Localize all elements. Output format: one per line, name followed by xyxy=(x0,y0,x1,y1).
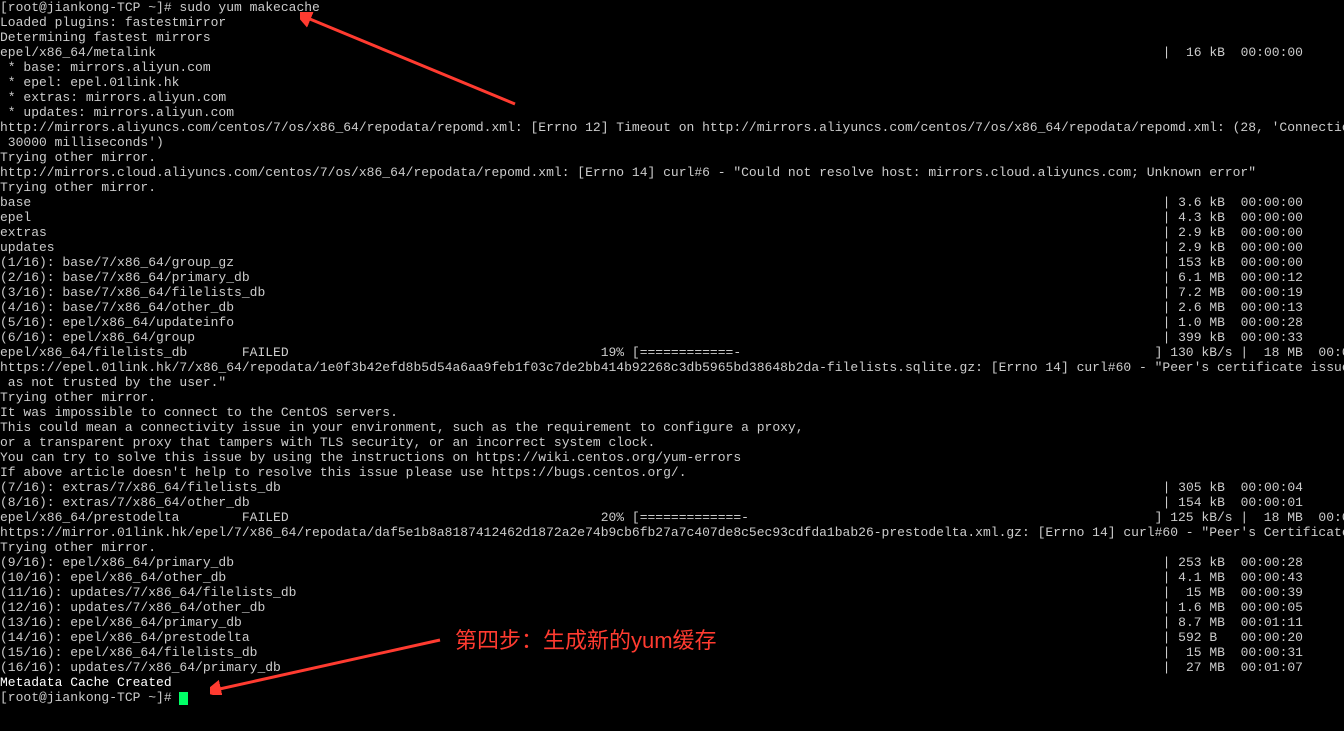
terminal-line: (1/16): base/7/x86_64/group_gz| 153 kB 0… xyxy=(0,255,1344,270)
terminal-line: base| 3.6 kB 00:00:00 xyxy=(0,195,1344,210)
terminal-line: epel| 4.3 kB 00:00:00 xyxy=(0,210,1344,225)
terminal-line: 30000 milliseconds') xyxy=(0,135,1344,150)
terminal-line: Trying other mirror. xyxy=(0,150,1344,165)
terminal-line: (15/16): epel/x86_64/filelists_db| 15 MB… xyxy=(0,645,1344,660)
terminal-line: extras| 2.9 kB 00:00:00 xyxy=(0,225,1344,240)
terminal-line: This could mean a connectivity issue in … xyxy=(0,420,1344,435)
terminal-line: http://mirrors.aliyuncs.com/centos/7/os/… xyxy=(0,120,1344,135)
terminal-line: as not trusted by the user." xyxy=(0,375,1344,390)
terminal-line: updates| 2.9 kB 00:00:00 xyxy=(0,240,1344,255)
terminal-line: You can try to solve this issue by using… xyxy=(0,450,1344,465)
terminal-prompt-line[interactable]: [root@jiankong-TCP ~]# xyxy=(0,690,1344,705)
terminal-line: * extras: mirrors.aliyun.com xyxy=(0,90,1344,105)
terminal-line: https://epel.01link.hk/7/x86_64/repodata… xyxy=(0,360,1344,375)
terminal-line: epel/x86_64/filelists_db FAILED 19% [===… xyxy=(0,345,1344,360)
terminal-line: http://mirrors.cloud.aliyuncs.com/centos… xyxy=(0,165,1344,180)
terminal-line: Loaded plugins: fastestmirror xyxy=(0,15,1344,30)
terminal-line: [root@jiankong-TCP ~]# sudo yum makecach… xyxy=(0,0,1344,15)
terminal-line: (4/16): base/7/x86_64/other_db| 2.6 MB 0… xyxy=(0,300,1344,315)
terminal-line: (9/16): epel/x86_64/primary_db| 253 kB 0… xyxy=(0,555,1344,570)
terminal-line: (11/16): updates/7/x86_64/filelists_db| … xyxy=(0,585,1344,600)
terminal-line: (16/16): updates/7/x86_64/primary_db| 27… xyxy=(0,660,1344,675)
terminal-line: (6/16): epel/x86_64/group| 399 kB 00:00:… xyxy=(0,330,1344,345)
terminal-line: Trying other mirror. xyxy=(0,540,1344,555)
terminal-output[interactable]: [root@jiankong-TCP ~]# sudo yum makecach… xyxy=(0,0,1344,705)
terminal-line: It was impossible to connect to the Cent… xyxy=(0,405,1344,420)
terminal-line: (5/16): epel/x86_64/updateinfo| 1.0 MB 0… xyxy=(0,315,1344,330)
terminal-line: epel/x86_64/metalink| 16 kB 00:00:00 xyxy=(0,45,1344,60)
terminal-line: * epel: epel.01link.hk xyxy=(0,75,1344,90)
terminal-line: https://mirror.01link.hk/epel/7/x86_64/r… xyxy=(0,525,1344,540)
terminal-line: If above article doesn't help to resolve… xyxy=(0,465,1344,480)
shell-prompt: [root@jiankong-TCP ~]# xyxy=(0,690,179,705)
terminal-line: (2/16): base/7/x86_64/primary_db| 6.1 MB… xyxy=(0,270,1344,285)
terminal-line: Trying other mirror. xyxy=(0,390,1344,405)
terminal-line: (12/16): updates/7/x86_64/other_db| 1.6 … xyxy=(0,600,1344,615)
terminal-line: Metadata Cache Created xyxy=(0,675,1344,690)
terminal-line: (10/16): epel/x86_64/other_db| 4.1 MB 00… xyxy=(0,570,1344,585)
terminal-line: (3/16): base/7/x86_64/filelists_db| 7.2 … xyxy=(0,285,1344,300)
terminal-line: * updates: mirrors.aliyun.com xyxy=(0,105,1344,120)
terminal-line: * base: mirrors.aliyun.com xyxy=(0,60,1344,75)
terminal-line: (7/16): extras/7/x86_64/filelists_db| 30… xyxy=(0,480,1344,495)
terminal-line: Determining fastest mirrors xyxy=(0,30,1344,45)
terminal-line: Trying other mirror. xyxy=(0,180,1344,195)
terminal-line: (8/16): extras/7/x86_64/other_db| 154 kB… xyxy=(0,495,1344,510)
terminal-line: (14/16): epel/x86_64/prestodelta| 592 B … xyxy=(0,630,1344,645)
terminal-line: or a transparent proxy that tampers with… xyxy=(0,435,1344,450)
terminal-line: (13/16): epel/x86_64/primary_db| 8.7 MB … xyxy=(0,615,1344,630)
terminal-line: epel/x86_64/prestodelta FAILED 20% [====… xyxy=(0,510,1344,525)
cursor xyxy=(179,692,188,705)
